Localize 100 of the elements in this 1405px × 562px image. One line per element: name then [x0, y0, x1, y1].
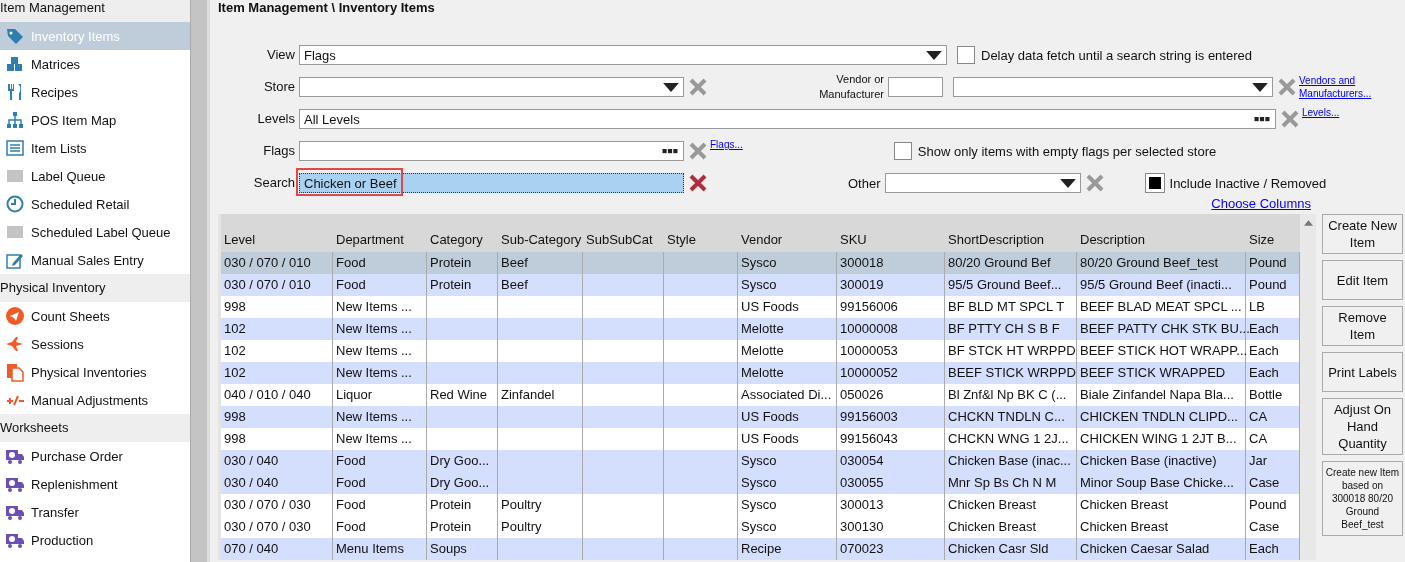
field-label: View: [266, 46, 295, 62]
checkbox[interactable]: [957, 46, 975, 64]
sidebar-section-header: Item Management: [0, 0, 190, 22]
table-row[interactable]: 998 New Items ... US Foods 99156006 BF BLD MT SPCL T BEEF BLAD MEAT SPCL ... LB: [221, 296, 1300, 318]
cubes-icon: [5, 54, 25, 74]
table-row[interactable]: 102 New Items ... Melotte 10000008 BF PTTY CH S B F BEEF PATTY CHK STK BU...Each: [221, 318, 1300, 340]
dropdown-arrow-icon: [1252, 82, 1268, 92]
table-row[interactable]: 102 New Items ... Melotte 10000053 BF STCK HT WRPPD BEEF STICK HOT WRAPP...Each: [221, 340, 1300, 362]
choose-columns-link[interactable]: Choose Columns: [1211, 196, 1311, 210]
clear-icon[interactable]: [1280, 109, 1300, 129]
dropdown-arrow-icon: [663, 82, 679, 92]
plane-icon: [5, 306, 25, 326]
search-input[interactable]: Chicken or Beef: [299, 173, 684, 193]
table-row[interactable]: 030 / 070 / 030 Food Protein Poultry Sysco 300130 Chicken Breast Chicken Breast Case: [221, 516, 1300, 538]
sidebar-item[interactable]: Production: [0, 526, 190, 554]
checkbox[interactable]: [893, 142, 912, 160]
sidebar-item[interactable]: Physical Inventories: [0, 358, 190, 386]
dropdown-arrow-icon: [926, 50, 942, 60]
column-header[interactable]: Department: [333, 232, 427, 252]
column-header[interactable]: ShortDescription: [945, 232, 1077, 252]
sidebar-item[interactable]: Transfer: [0, 498, 190, 526]
column-header[interactable]: SubSubCat: [583, 232, 664, 252]
clear-icon[interactable]: [1084, 173, 1105, 193]
checkbox-label: Show only items with empty flags per selected store: [917, 143, 1217, 159]
clear-icon[interactable]: [1277, 77, 1297, 97]
sidebar-item[interactable]: Scheduled Label Queue: [0, 218, 190, 246]
list-icon: [5, 138, 25, 158]
scroll-up-icon[interactable]: [1303, 220, 1313, 226]
sidebar-scrollbar[interactable]: [190, 0, 210, 562]
action-button[interactable]: Create new Item based on 300018 80/20 Ground Beef_test: [1322, 461, 1403, 536]
action-button[interactable]: Create New Item: [1322, 214, 1403, 254]
column-header[interactable]: Description: [1077, 232, 1246, 252]
column-header[interactable]: SKU: [837, 232, 945, 252]
levels-link[interactable]: Levels...: [1302, 106, 1340, 119]
column-header[interactable]: Sub-Category: [498, 232, 583, 252]
column-header[interactable]: Category: [427, 232, 498, 252]
documents-icon: [5, 362, 25, 382]
table-cell: 070 / 040: [221, 538, 333, 560]
breadcrumb-title: Item Management \ Inventory Items: [218, 0, 436, 17]
sidebar-item[interactable]: Sessions: [0, 330, 190, 358]
table-row[interactable]: 070 / 040 Menu Items Soups Recipe 070023 Chicken Casr Sld Chicken Caesar Salad Each: [221, 538, 1300, 560]
table-cell: 070023: [837, 538, 945, 560]
column-header[interactable]: Size: [1246, 232, 1300, 252]
column-header[interactable]: Vendor: [738, 232, 837, 252]
levels-field[interactable]: All Levels: [299, 109, 1276, 129]
table-cell: Chicken Caesar Salad: [1077, 538, 1246, 560]
flags-link[interactable]: Flags...: [710, 138, 743, 151]
table-cell: Chicken Casr Sld: [945, 538, 1077, 560]
sidebar-item[interactable]: Label Queue: [0, 162, 190, 190]
sidebar-item[interactable]: Manual Adjustments: [0, 386, 190, 414]
sidebar-item[interactable]: Recipes: [0, 78, 190, 106]
sidebar-item[interactable]: Replenishment: [0, 470, 190, 498]
table-row[interactable]: 030 / 070 / 010 Food Protein Beef Sysco 300018 80/20 Ground Bef 80/20 Ground Beef_test Pound: [221, 252, 1300, 274]
field-label: Flags: [262, 142, 295, 158]
checkbox-label: Delay data fetch until a search string is entered: [981, 47, 1252, 63]
field-label: Other: [848, 175, 881, 191]
table-cell: Menu Items: [333, 538, 427, 560]
action-button[interactable]: Adjust On Hand Quantity: [1322, 398, 1403, 455]
field-label: Levels: [256, 110, 295, 126]
table-row[interactable]: 030 / 070 / 030 Food Protein Poultry Sysco 300013 Chicken Breast Chicken Breast Pound: [221, 494, 1300, 516]
sidebar-item[interactable]: Count Sheets: [0, 302, 190, 330]
scrollbar[interactable]: [1300, 214, 1316, 560]
sidebar-item[interactable]: Scheduled Retail: [0, 190, 190, 218]
vendor-dropdown[interactable]: [953, 77, 1273, 97]
action-button[interactable]: Print Labels: [1322, 352, 1403, 392]
ellipsis-icon[interactable]: [661, 148, 679, 154]
table-row[interactable]: 030 / 040 Food Dry Goo... Sysco 030054 Chicken Base (inac... Chicken Base (inactive) Jar: [221, 450, 1300, 472]
tag-icon: [5, 26, 25, 46]
action-button[interactable]: Edit Item: [1322, 260, 1403, 300]
action-button[interactable]: Remove Item: [1322, 306, 1403, 346]
table-cell: Soups: [427, 538, 498, 560]
other-dropdown[interactable]: [884, 173, 1081, 193]
ellipsis-icon[interactable]: [1253, 116, 1271, 122]
sidebar-item[interactable]: Manual Sales Entry: [0, 246, 190, 274]
column-header[interactable]: Style: [664, 232, 738, 252]
table-row[interactable]: 998 New Items ... US Foods 99156043 CHCKN WNG 1 2J... CHICKEN WING 1 2JT B... CA: [221, 428, 1300, 450]
table-cell: Recipe: [738, 538, 837, 560]
vendor-code-input[interactable]: [888, 77, 943, 97]
table-row[interactable]: 030 / 070 / 010 Food Protein Beef Sysco 300019 95/5 Ground Beef... 95/5 Ground Beef (inacti... Pound: [221, 274, 1300, 296]
column-header[interactable]: Level: [221, 232, 333, 252]
table-row[interactable]: 998 New Items ... US Foods 99156003 CHCKN TNDLN C... CHICKEN TNDLN CLIPD... CA: [221, 406, 1300, 428]
sidebar-item[interactable]: Matrices: [0, 50, 190, 78]
clear-icon[interactable]: [688, 141, 708, 161]
vendors-link[interactable]: Vendors and Manufacturers...: [1299, 74, 1379, 100]
dropdown-arrow-icon: [1059, 178, 1076, 188]
store-dropdown[interactable]: [299, 77, 684, 97]
view-dropdown[interactable]: Flags: [299, 45, 947, 65]
field-label: Store: [262, 78, 295, 94]
field-label: Search: [252, 174, 295, 190]
table-row[interactable]: 040 / 010 / 040 Liquor Red Wine Zinfandel Associated Di... 050026 Bl Znf&l Np BK C (... Biale Zinfandel Napa Bla... Bottle: [221, 384, 1300, 406]
table-row[interactable]: 030 / 040 Food Dry Goo... Sysco 030055 Mnr Sp Bs Ch N M Minor Soup Base Chicke... Case: [221, 472, 1300, 494]
sidebar-item[interactable]: Item Lists: [0, 134, 190, 162]
sidebar-item[interactable]: POS Item Map: [0, 106, 190, 134]
clear-icon[interactable]: [688, 173, 708, 193]
flags-field[interactable]: [299, 141, 684, 161]
hierarchy-icon: [5, 110, 25, 130]
clear-icon[interactable]: [688, 77, 708, 97]
sidebar-item[interactable]: Purchase Order: [0, 442, 190, 470]
table-row[interactable]: 102 New Items ... Melotte 10000052 BEEF STICK WRPPD BEEF STICK WRAPPED Each: [221, 362, 1300, 384]
checkbox-label: Include Inactive / Removed: [1169, 175, 1327, 191]
